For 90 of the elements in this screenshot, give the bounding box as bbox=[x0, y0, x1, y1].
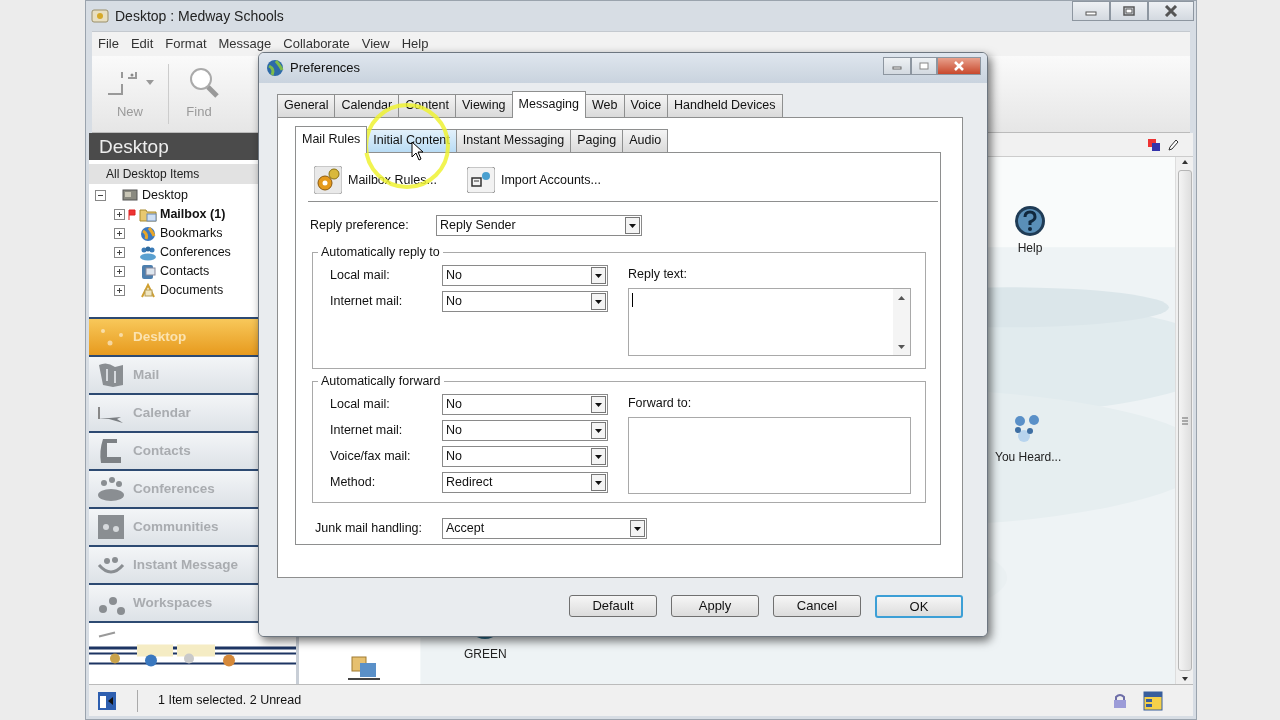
help-icon[interactable] bbox=[1014, 205, 1046, 237]
minimize-button[interactable] bbox=[883, 57, 911, 75]
import-icon bbox=[466, 167, 495, 193]
tab[interactable]: Web bbox=[585, 94, 625, 117]
dropdown[interactable]: No bbox=[442, 394, 608, 415]
field-label: Voice/fax mail: bbox=[330, 448, 412, 466]
dropdown[interactable]: No bbox=[442, 446, 608, 467]
expand-toggle[interactable] bbox=[114, 266, 125, 277]
action-button[interactable]: Import Accounts... bbox=[466, 167, 601, 193]
expand-toggle[interactable] bbox=[114, 285, 125, 296]
tab[interactable]: Voice bbox=[623, 94, 669, 117]
window-title: Desktop : Medway Schools bbox=[115, 6, 284, 26]
scrollbar[interactable] bbox=[893, 288, 910, 355]
group-title: Automatically reply to bbox=[318, 245, 443, 259]
minimize-button[interactable] bbox=[1072, 1, 1110, 21]
tab[interactable]: Instant Messaging bbox=[455, 129, 572, 152]
dropdown[interactable]: No bbox=[442, 265, 608, 286]
dropdown[interactable]: No bbox=[442, 420, 608, 441]
folder-icon bbox=[139, 206, 157, 223]
field-label: Local mail: bbox=[330, 396, 391, 414]
item-label[interactable]: Help bbox=[1017, 239, 1043, 257]
menu-item[interactable]: View bbox=[355, 34, 396, 54]
people-icon bbox=[139, 244, 157, 261]
expand-toggle[interactable] bbox=[95, 190, 106, 201]
menu-item[interactable]: Collaborate bbox=[277, 34, 356, 54]
globe-icon bbox=[139, 225, 157, 242]
pencil-icon[interactable] bbox=[1167, 137, 1179, 152]
menu-item[interactable]: Help bbox=[395, 34, 435, 54]
tab[interactable]: Calendar bbox=[334, 94, 400, 117]
close-icon bbox=[1164, 5, 1178, 17]
tree-item[interactable]: Bookmarks bbox=[160, 224, 223, 243]
item-label[interactable]: You Heard... bbox=[995, 448, 1062, 466]
desktop-icon bbox=[121, 187, 139, 204]
tab[interactable]: Messaging bbox=[511, 91, 586, 118]
field-label: Local mail: bbox=[330, 267, 391, 285]
dropdown[interactable]: Accept bbox=[442, 517, 647, 539]
card-icon bbox=[139, 263, 157, 280]
field-label: Junk mail handling: bbox=[315, 519, 423, 537]
tab[interactable]: Paging bbox=[570, 129, 624, 152]
maximize-button[interactable] bbox=[1110, 1, 1148, 21]
menu-item[interactable]: File bbox=[92, 34, 125, 54]
dialog-button[interactable]: Default bbox=[569, 595, 657, 617]
tab[interactable]: General bbox=[277, 94, 336, 117]
expand-toggle[interactable] bbox=[114, 209, 125, 220]
dialog-button[interactable]: Apply bbox=[671, 595, 759, 617]
tree-item[interactable]: Documents bbox=[160, 281, 224, 300]
dropdown[interactable]: Redirect bbox=[442, 472, 608, 493]
lock-icon[interactable] bbox=[1113, 692, 1127, 709]
dropdown[interactable]: No bbox=[442, 291, 608, 312]
windows-icon[interactable] bbox=[1147, 137, 1161, 152]
maximize-icon bbox=[919, 62, 929, 70]
field-label: Internet mail: bbox=[330, 422, 404, 440]
close-button[interactable] bbox=[1148, 1, 1194, 21]
expand-toggle[interactable] bbox=[114, 228, 125, 239]
grip-icon bbox=[1180, 416, 1189, 425]
group-title: Automatically forward bbox=[318, 374, 444, 388]
maximize-icon bbox=[1123, 6, 1135, 16]
dialog-button[interactable]: OK bbox=[875, 594, 963, 618]
dialog-button[interactable]: Cancel bbox=[773, 595, 861, 617]
field-label: Forward to: bbox=[627, 395, 693, 412]
dialog-title: Preferences bbox=[290, 59, 361, 78]
layout-icon[interactable] bbox=[97, 690, 117, 711]
menu-item[interactable]: Message bbox=[212, 34, 278, 54]
expand-toggle[interactable] bbox=[114, 247, 125, 258]
tab[interactable]: Handheld Devices bbox=[667, 94, 783, 117]
tab[interactable]: Mail Rules bbox=[295, 126, 368, 153]
app-icon bbox=[91, 8, 109, 24]
tree-item[interactable]: Contacts bbox=[160, 262, 210, 281]
dropdown[interactable]: Reply Sender bbox=[436, 215, 642, 236]
field-label: Internet mail: bbox=[330, 293, 404, 311]
close-icon bbox=[953, 61, 965, 71]
close-button[interactable] bbox=[937, 57, 981, 75]
menu-item[interactable]: Edit bbox=[124, 34, 160, 54]
item-label[interactable]: GREEN bbox=[464, 645, 507, 663]
tree-item[interactable]: Desktop bbox=[142, 186, 188, 205]
tab[interactable]: Viewing bbox=[455, 94, 513, 117]
tree-item[interactable]: Mailbox (1) bbox=[160, 205, 226, 224]
field-label: Reply preference: bbox=[310, 217, 410, 235]
scrollbar[interactable] bbox=[1175, 157, 1193, 684]
document-icon bbox=[139, 282, 157, 299]
tab[interactable]: Content bbox=[398, 94, 456, 117]
tree-item[interactable]: Conferences bbox=[160, 243, 231, 262]
gears-icon bbox=[314, 166, 342, 194]
status-text: 1 Item selected. 2 Unread bbox=[158, 692, 302, 710]
tab[interactable]: Audio bbox=[622, 129, 669, 152]
field-label: Method: bbox=[330, 474, 377, 492]
menu-item[interactable]: Format bbox=[159, 34, 213, 54]
maximize-button[interactable] bbox=[911, 57, 937, 75]
globe-icon bbox=[266, 59, 284, 77]
field-label: Reply text: bbox=[627, 266, 688, 283]
